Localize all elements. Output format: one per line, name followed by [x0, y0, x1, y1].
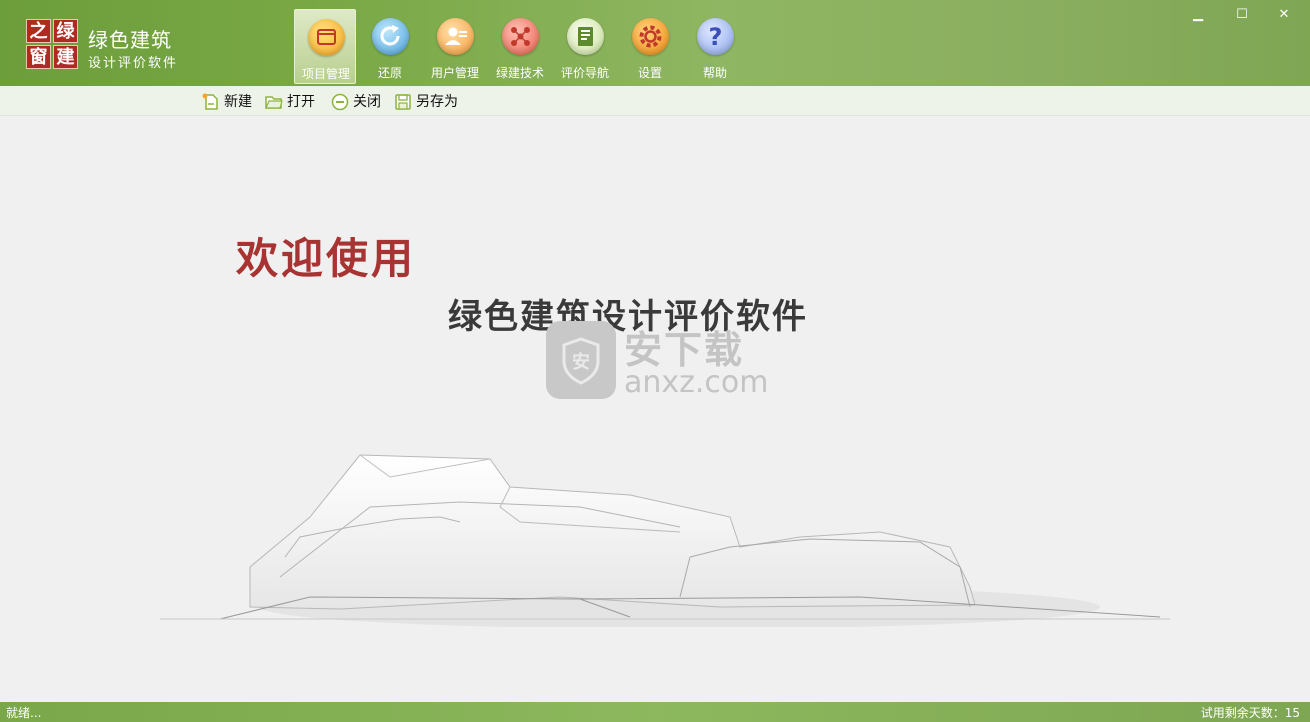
- nav-user-management[interactable]: 用户管理: [424, 9, 486, 84]
- maximize-button[interactable]: ☐: [1230, 6, 1254, 24]
- watermark: 安 安下载 anxz.com: [546, 321, 776, 401]
- welcome-panel: 欢迎使用 绿色建筑设计评价软件 安 安下载 anxz.com: [0, 117, 1310, 702]
- logo-char: 之: [26, 19, 51, 43]
- project-icon: [308, 19, 345, 56]
- nav-settings[interactable]: 设置: [619, 9, 681, 84]
- help-icon: ?: [697, 18, 734, 55]
- svg-text:?: ?: [709, 23, 723, 51]
- nav-label: 绿建技术: [495, 66, 544, 80]
- close-button[interactable]: 关闭: [331, 92, 391, 112]
- building-illustration: [160, 454, 1170, 627]
- shield-char: 安: [572, 351, 590, 373]
- restore-icon: [372, 18, 409, 55]
- folder-open-icon: [265, 96, 283, 109]
- nav-label: 用户管理: [430, 66, 479, 80]
- new-button[interactable]: 新建: [202, 92, 262, 112]
- trial-days-remaining: 试用剩余天数：15: [1200, 706, 1300, 720]
- user-icon: [437, 18, 474, 55]
- app-logo: 之 绿 窗 建: [26, 19, 80, 71]
- nav-label: 帮助: [702, 66, 727, 80]
- minus-circle-icon: [331, 93, 349, 111]
- nav-restore[interactable]: 还原: [359, 9, 421, 84]
- logo-char: 建: [53, 45, 78, 69]
- tech-icon: [502, 18, 539, 55]
- open-label: 打开: [287, 94, 315, 110]
- app-subtitle: 设计评价软件: [88, 56, 179, 71]
- new-file-icon: [202, 93, 218, 110]
- book-icon: [567, 18, 604, 55]
- save-icon: [395, 94, 411, 110]
- open-button[interactable]: 打开: [265, 92, 325, 112]
- nav-project-management[interactable]: 项目管理: [294, 9, 356, 84]
- save-as-label: 另存为: [416, 94, 458, 110]
- logo-char: 绿: [53, 19, 78, 43]
- gear-icon: [632, 18, 669, 55]
- nav-label: 项目管理: [301, 67, 350, 81]
- app-title: 绿色建筑: [88, 28, 172, 52]
- nav-label: 设置: [637, 66, 662, 80]
- file-toolbar: 新建 打开 关闭 另存为: [0, 86, 1310, 116]
- save-as-button[interactable]: 另存为: [394, 92, 468, 112]
- status-bar: 就绪... 试用剩余天数：15: [0, 702, 1310, 722]
- close-label: 关闭: [353, 94, 381, 110]
- close-window-button[interactable]: ✕: [1272, 6, 1296, 24]
- title-bar: 之 绿 窗 建 绿色建筑 设计评价软件 项目管理 还原 用户管理 绿建技术 评价…: [0, 0, 1310, 86]
- logo-char: 窗: [26, 45, 51, 69]
- nav-evaluation-guide[interactable]: 评价导航: [554, 9, 616, 84]
- nav-green-tech[interactable]: 绿建技术: [489, 9, 551, 84]
- nav-label: 还原: [377, 66, 402, 80]
- new-label: 新建: [224, 94, 252, 110]
- minimize-button[interactable]: ▁: [1186, 6, 1210, 24]
- nav-help[interactable]: ? 帮助: [684, 9, 746, 84]
- shield-icon: 安: [546, 321, 616, 399]
- status-text: 就绪...: [6, 706, 42, 720]
- watermark-en: anxz.com: [624, 365, 769, 400]
- nav-label: 评价导航: [560, 66, 609, 80]
- welcome-heading: 欢迎使用: [236, 234, 417, 283]
